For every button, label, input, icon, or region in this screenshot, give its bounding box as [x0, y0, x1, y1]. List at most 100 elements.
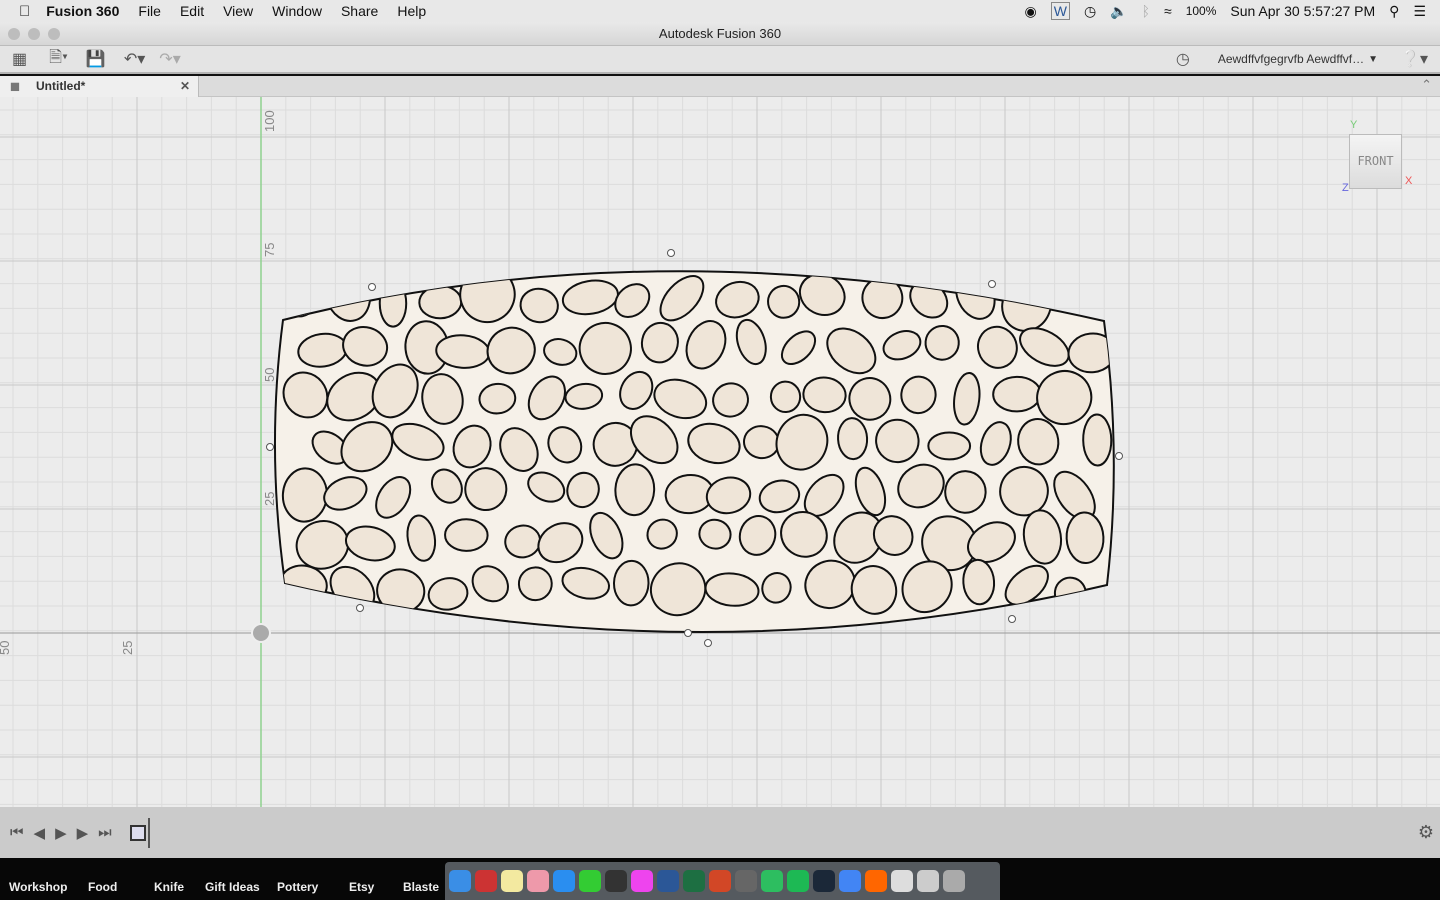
step-forward-icon[interactable]: ▶: [77, 824, 89, 842]
data-panel-grid-icon[interactable]: ▦: [12, 49, 27, 69]
wifi-icon[interactable]: ≈: [1164, 3, 1172, 19]
word-icon[interactable]: W: [1050, 2, 1070, 20]
timeline-bar: ⏮ ◀ ▶ ▶ ⏭ ⚙: [0, 807, 1440, 858]
dock-app-icon[interactable]: [891, 870, 913, 892]
sketch-point: [988, 280, 996, 288]
sketch-cell[interactable]: [517, 566, 553, 602]
tab-untitled[interactable]: ◼ Untitled* ✕: [0, 76, 199, 97]
menu-help[interactable]: Help: [397, 3, 426, 19]
timeline-settings-gear-icon[interactable]: ⚙: [1418, 822, 1434, 843]
menu-share[interactable]: Share: [341, 3, 378, 19]
sketch-point: [1008, 615, 1016, 623]
ruler-label: 50: [262, 367, 277, 382]
volume-icon[interactable]: 🔈: [1110, 3, 1127, 20]
job-status-clock-icon[interactable]: ◷: [1176, 49, 1190, 69]
go-to-end-icon[interactable]: ⏭: [98, 824, 112, 841]
desktop-folder-pottery[interactable]: Pottery: [277, 880, 318, 894]
desktop-folder-food[interactable]: Food: [88, 880, 117, 894]
sketch-point: [356, 604, 364, 612]
sketch-cell[interactable]: [944, 470, 987, 514]
notification-center-icon[interactable]: ☰: [1413, 3, 1426, 20]
dock-app-icon[interactable]: [579, 870, 601, 892]
play-icon[interactable]: ▶: [55, 824, 67, 842]
sketch-cell[interactable]: [444, 518, 489, 552]
sketch-cell[interactable]: [769, 380, 802, 414]
menu-edit[interactable]: Edit: [180, 3, 204, 19]
sketch-canvas[interactable]: [0, 97, 1440, 807]
document-tabs: ◼ Untitled* ✕ ⌃: [0, 76, 1440, 97]
timeline-marker[interactable]: [147, 817, 150, 848]
dock-app-icon[interactable]: [475, 870, 497, 892]
close-tab-icon[interactable]: ✕: [180, 76, 190, 97]
menu-app-name[interactable]: Fusion 360: [46, 3, 119, 19]
save-icon[interactable]: 💾: [86, 49, 106, 69]
time-machine-icon[interactable]: ◷: [1084, 3, 1096, 20]
dock-app-icon[interactable]: [605, 870, 627, 892]
dock-app-icon[interactable]: [553, 870, 575, 892]
dock-app-icon[interactable]: [709, 870, 731, 892]
sketch-cell[interactable]: [613, 559, 650, 607]
dock-app-icon[interactable]: [501, 870, 523, 892]
sketch-cell[interactable]: [1082, 413, 1113, 467]
go-to-start-icon[interactable]: ⏮: [10, 824, 24, 841]
desktop-folder-knife[interactable]: Knife: [154, 880, 184, 894]
desktop-folder-blaste[interactable]: Blaste: [403, 880, 439, 894]
toolbar: ▦ 🗎▾ 💾 ↶▾ ↷▾ ◷ Aewdffvfgegrvfb Aewdffvf……: [0, 46, 1440, 74]
window-titlebar: Autodesk Fusion 360: [0, 22, 1440, 46]
collapse-chevron-icon[interactable]: ⌃: [1421, 77, 1432, 93]
step-back-icon[interactable]: ◀: [34, 824, 46, 842]
dock: [445, 862, 1000, 900]
dock-app-icon[interactable]: [813, 870, 835, 892]
menu-file[interactable]: File: [138, 3, 161, 19]
dock-app-icon[interactable]: [735, 870, 757, 892]
dock-app-icon[interactable]: [839, 870, 861, 892]
dock-app-icon[interactable]: [943, 870, 965, 892]
dock-app-icon[interactable]: [683, 870, 705, 892]
axis-x-label: X: [1405, 175, 1413, 187]
axis-z-label: Z: [1342, 182, 1349, 194]
bluetooth-icon[interactable]: ᛒ: [1142, 3, 1150, 19]
apple-icon[interactable]: : [19, 3, 30, 20]
close-window-button[interactable]: [8, 28, 20, 40]
datetime[interactable]: Sun Apr 30 5:57:27 PM: [1230, 3, 1375, 19]
desktop-folder-workshop[interactable]: Workshop: [9, 880, 67, 894]
menu-view[interactable]: View: [223, 3, 253, 19]
search-icon[interactable]: ⚲: [1389, 3, 1399, 20]
undo-icon[interactable]: ↶▾: [124, 49, 145, 69]
ruler-label: 100: [262, 110, 277, 132]
battery-percent[interactable]: 100%: [1186, 4, 1217, 18]
redo-icon[interactable]: ↷▾: [159, 49, 180, 69]
sketch-cell[interactable]: [927, 431, 972, 461]
chevron-down-icon[interactable]: ▼: [1368, 54, 1378, 65]
ruler-label: 25: [120, 640, 135, 655]
tab-label: Untitled*: [36, 79, 86, 93]
sketch-point: [1115, 452, 1123, 460]
dock-app-icon[interactable]: [761, 870, 783, 892]
desktop-folder-etsy[interactable]: Etsy: [349, 880, 374, 894]
help-icon[interactable]: ❔▾: [1400, 49, 1428, 69]
axis-y-label: Y: [1350, 119, 1358, 131]
file-menu-icon[interactable]: 🗎▾: [49, 46, 68, 73]
view-cube[interactable]: FRONT: [1349, 134, 1402, 189]
dock-app-icon[interactable]: [865, 870, 887, 892]
user-account-menu[interactable]: Aewdffvfgegrvfb Aewdffvf…: [1218, 52, 1364, 66]
desktop-folder-gift-ideas[interactable]: Gift Ideas: [205, 880, 260, 894]
document-icon: ◼: [10, 79, 20, 93]
view-cube-face[interactable]: FRONT: [1357, 154, 1393, 168]
sketch-timeline-feature-icon[interactable]: [129, 824, 146, 841]
zoom-window-button[interactable]: [48, 28, 60, 40]
dock-app-icon[interactable]: [917, 870, 939, 892]
minimize-window-button[interactable]: [28, 28, 40, 40]
dock-app-icon[interactable]: [631, 870, 653, 892]
dock-app-icon[interactable]: [527, 870, 549, 892]
status-icon[interactable]: ◉: [1025, 3, 1037, 20]
sketch-point: [266, 443, 274, 451]
sketch-cell[interactable]: [992, 375, 1042, 413]
canvas-viewport[interactable]: FRONT Y X Z 100 75 50 25 25 50: [0, 97, 1440, 807]
menu-window[interactable]: Window: [272, 3, 322, 19]
sketch-point: [704, 639, 712, 647]
sketch-cell[interactable]: [378, 279, 408, 328]
dock-app-icon[interactable]: [449, 870, 471, 892]
dock-app-icon[interactable]: [657, 870, 679, 892]
dock-app-icon[interactable]: [787, 870, 809, 892]
